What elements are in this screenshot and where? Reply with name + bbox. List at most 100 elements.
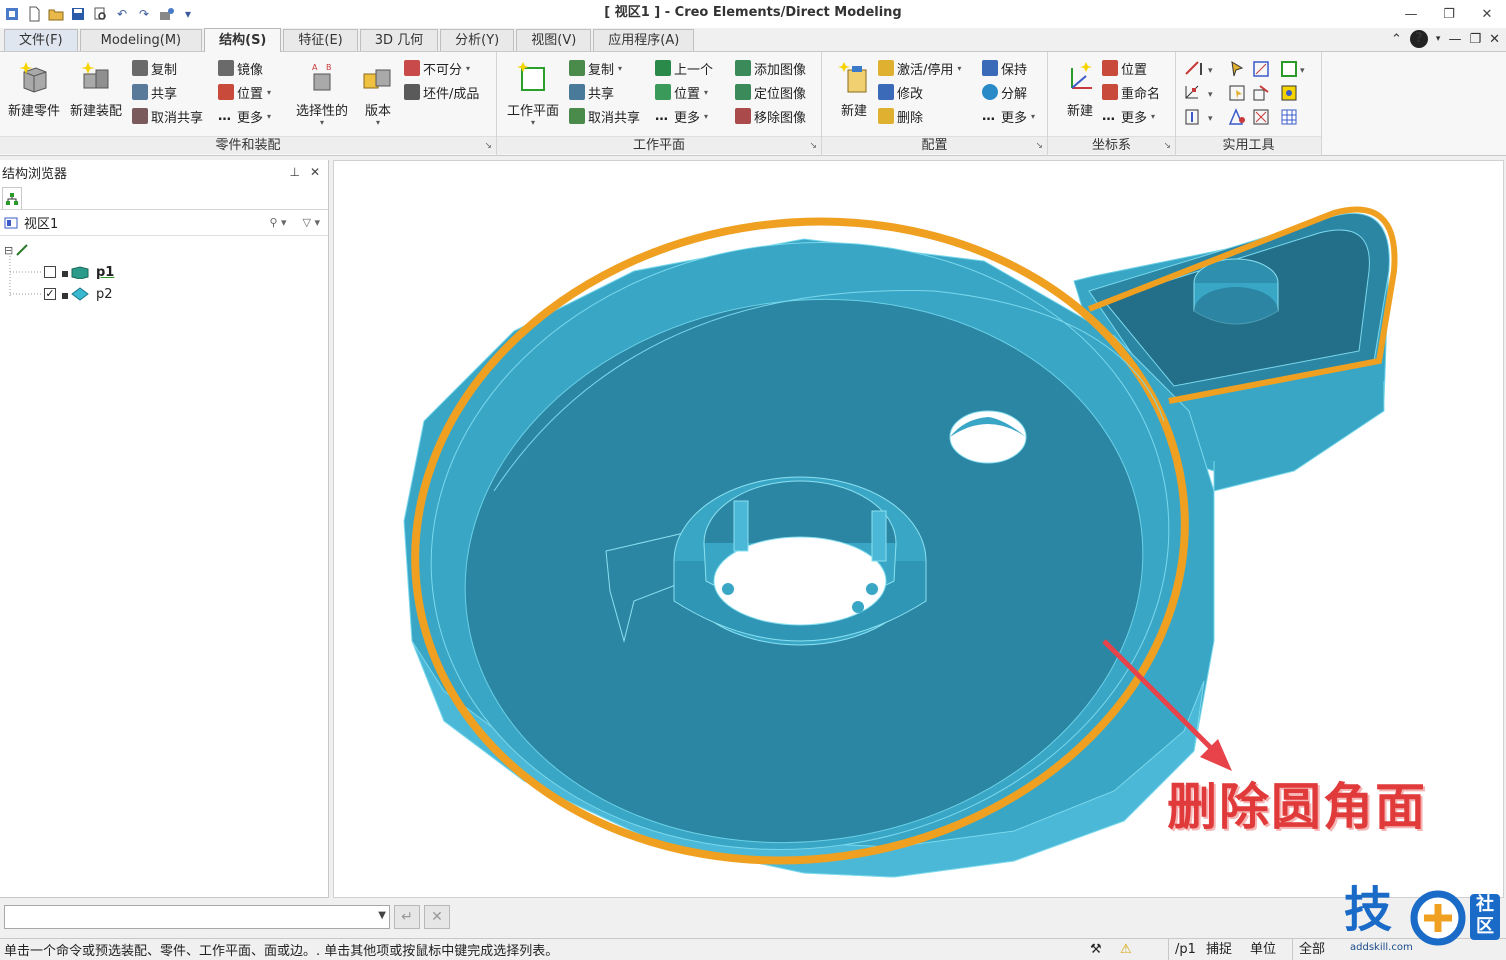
wp-previous-button[interactable]: 上一个 (655, 57, 713, 79)
utility-tool-icon-11[interactable] (1253, 109, 1269, 125)
tab-view[interactable]: 视图(V) (516, 29, 592, 51)
binoculars-icon[interactable]: ⚲ ▾ (269, 216, 286, 229)
help-dropdown-icon[interactable]: ▾ (1436, 34, 1441, 44)
tab-applications[interactable]: 应用程序(A) (593, 29, 695, 51)
viewport-row[interactable]: 视区1 ⚲ ▾ ▽ ▾ (0, 210, 328, 236)
status-path[interactable]: /p1 (1168, 939, 1202, 960)
status-units[interactable]: 单位 (1244, 939, 1282, 960)
undo-icon[interactable]: ↶ (114, 6, 130, 22)
utility-tool-icon-5[interactable] (1185, 85, 1199, 99)
app-icon[interactable] (4, 6, 20, 22)
tab-analysis[interactable]: 分析(Y) (440, 29, 515, 51)
coord-rename-button[interactable]: 重命名 (1102, 81, 1160, 103)
utility-tool-icon-8[interactable] (1281, 85, 1297, 101)
config-delete-button[interactable]: 删除 (878, 105, 923, 127)
selective-button[interactable]: A B 选择性的 ▾ (290, 56, 354, 128)
keep-button[interactable]: 保持 (982, 57, 1027, 79)
position-dropdown-icon[interactable]: ▾ (267, 88, 271, 97)
minimize-icon[interactable]: — (1392, 0, 1430, 28)
warning-icon[interactable]: ⚠ (1114, 939, 1138, 960)
p2-checkbox[interactable]: ✓ (44, 288, 56, 300)
command-cancel-button[interactable]: ✕ (424, 905, 450, 929)
tab-modeling[interactable]: Modeling(M) (79, 29, 203, 51)
wp-copy-dropdown-icon[interactable]: ▾ (618, 64, 622, 73)
activate-dropdown-icon[interactable]: ▾ (957, 64, 961, 73)
tab-file[interactable]: 文件(F) (4, 29, 78, 51)
add-image-button[interactable]: 添加图像 (735, 57, 806, 79)
tab-structure[interactable]: 结构(S) (204, 28, 282, 52)
indivisible-dropdown-icon[interactable]: ▾ (466, 64, 470, 73)
share-button[interactable]: 共享 (132, 81, 177, 103)
status-all[interactable]: 全部 (1292, 939, 1331, 960)
remove-image-button[interactable]: 移除图像 (735, 105, 806, 127)
workplane-dropdown-icon[interactable]: ▾ (531, 119, 535, 127)
command-enter-button[interactable]: ↵ (394, 905, 420, 929)
utility-tool-icon-4[interactable] (1281, 61, 1297, 77)
doc-restore-icon[interactable]: ❐ (1469, 32, 1481, 47)
explode-button[interactable]: 分解 (982, 81, 1027, 103)
coord-more-button[interactable]: … 更多 ▾ (1102, 105, 1155, 127)
doc-minimize-icon[interactable]: — (1448, 32, 1461, 47)
version-button[interactable]: 版本 ▾ (346, 56, 410, 128)
coord-more-dropdown-icon[interactable]: ▾ (1151, 112, 1155, 121)
save-icon[interactable] (70, 6, 86, 22)
activate-button[interactable]: 激活/停用 ▾ (878, 57, 961, 79)
config-more-button[interactable]: … 更多 ▾ (982, 105, 1035, 127)
redo-icon[interactable]: ↷ (136, 6, 152, 22)
utility-tool-icon-12[interactable] (1281, 109, 1297, 125)
stock-finished-button[interactable]: 坯件/成品 (404, 81, 479, 103)
selective-dropdown-icon[interactable]: ▾ (320, 119, 324, 127)
command-input[interactable]: ▼ (4, 905, 390, 929)
viewport-canvas[interactable]: 删除圆角面 (333, 160, 1504, 898)
p1-checkbox[interactable] (44, 266, 56, 278)
print-preview-icon[interactable] (92, 6, 108, 22)
model-small-hole[interactable] (949, 410, 1027, 464)
unshare-button[interactable]: 取消共享 (132, 105, 203, 127)
utility-tool-icon-2[interactable] (1231, 61, 1244, 77)
coord-launcher-icon[interactable]: ↘ (1163, 141, 1171, 151)
wp-position-button[interactable]: 位置 ▾ (655, 81, 708, 103)
doc-close-icon[interactable]: ✕ (1489, 32, 1500, 47)
utility-tool-icon-10[interactable] (1228, 108, 1245, 125)
new-part-button[interactable]: 新建零件 (2, 56, 66, 128)
help-icon[interactable]: ? (1409, 30, 1428, 48)
utility-tool-icon-1[interactable] (1185, 61, 1202, 75)
status-snap[interactable]: 捕捉 (1200, 939, 1238, 960)
open-folder-icon[interactable] (48, 6, 64, 22)
utility-tool-icon-9[interactable] (1185, 109, 1199, 125)
status-tool-icon[interactable]: ⚒ (1084, 939, 1108, 960)
modify-button[interactable]: 修改 (878, 81, 923, 103)
utility-tool-icon-6[interactable] (1229, 85, 1245, 101)
wp-copy-button[interactable]: 复制 ▾ (569, 57, 622, 79)
tree-item-p2[interactable]: ✓ p2 (44, 284, 113, 304)
tree-item-p1[interactable]: p1 (44, 262, 114, 282)
mirror-button[interactable]: 镜像 (218, 57, 263, 79)
new-file-icon[interactable] (26, 6, 42, 22)
parts-assembly-launcher-icon[interactable]: ↘ (484, 141, 492, 151)
close-icon[interactable]: ✕ (1468, 0, 1506, 28)
browser-tab-tree[interactable] (2, 187, 22, 209)
coord-position-button[interactable]: 位置 (1102, 57, 1147, 79)
more-dropdown-icon[interactable]: ▾ (267, 112, 271, 121)
wp-more-dropdown-icon[interactable]: ▾ (704, 112, 708, 121)
version-dropdown-icon[interactable]: ▾ (376, 119, 380, 127)
tab-3d-geometry[interactable]: 3D 几何 (359, 29, 439, 51)
customize-dropdown-icon[interactable]: ▾ (180, 6, 196, 22)
collapse-ribbon-icon[interactable]: ⌃ (1391, 32, 1402, 47)
wp-share-button[interactable]: 共享 (569, 81, 614, 103)
locate-image-button[interactable]: 定位图像 (735, 81, 806, 103)
new-assembly-button[interactable]: 新建装配 (64, 56, 128, 128)
tab-features[interactable]: 特征(E) (283, 29, 358, 51)
command-dropdown-icon[interactable]: ▼ (378, 910, 386, 921)
collapse-icon[interactable]: ⊟ (4, 244, 13, 257)
pin-icon[interactable]: ⊥ (289, 165, 299, 179)
config-more-dropdown-icon[interactable]: ▾ (1031, 112, 1035, 121)
wp-unshare-button[interactable]: 取消共享 (569, 105, 640, 127)
filter-icon[interactable]: ▽ ▾ (303, 216, 320, 229)
workplane-launcher-icon[interactable]: ↘ (809, 141, 817, 151)
browser-close-icon[interactable]: ✕ (310, 165, 320, 179)
copy-button[interactable]: 复制 (132, 57, 177, 79)
tools-icon[interactable] (158, 6, 174, 22)
utility-tool-icon-3[interactable] (1253, 61, 1269, 77)
position-button[interactable]: 位置 ▾ (218, 81, 271, 103)
